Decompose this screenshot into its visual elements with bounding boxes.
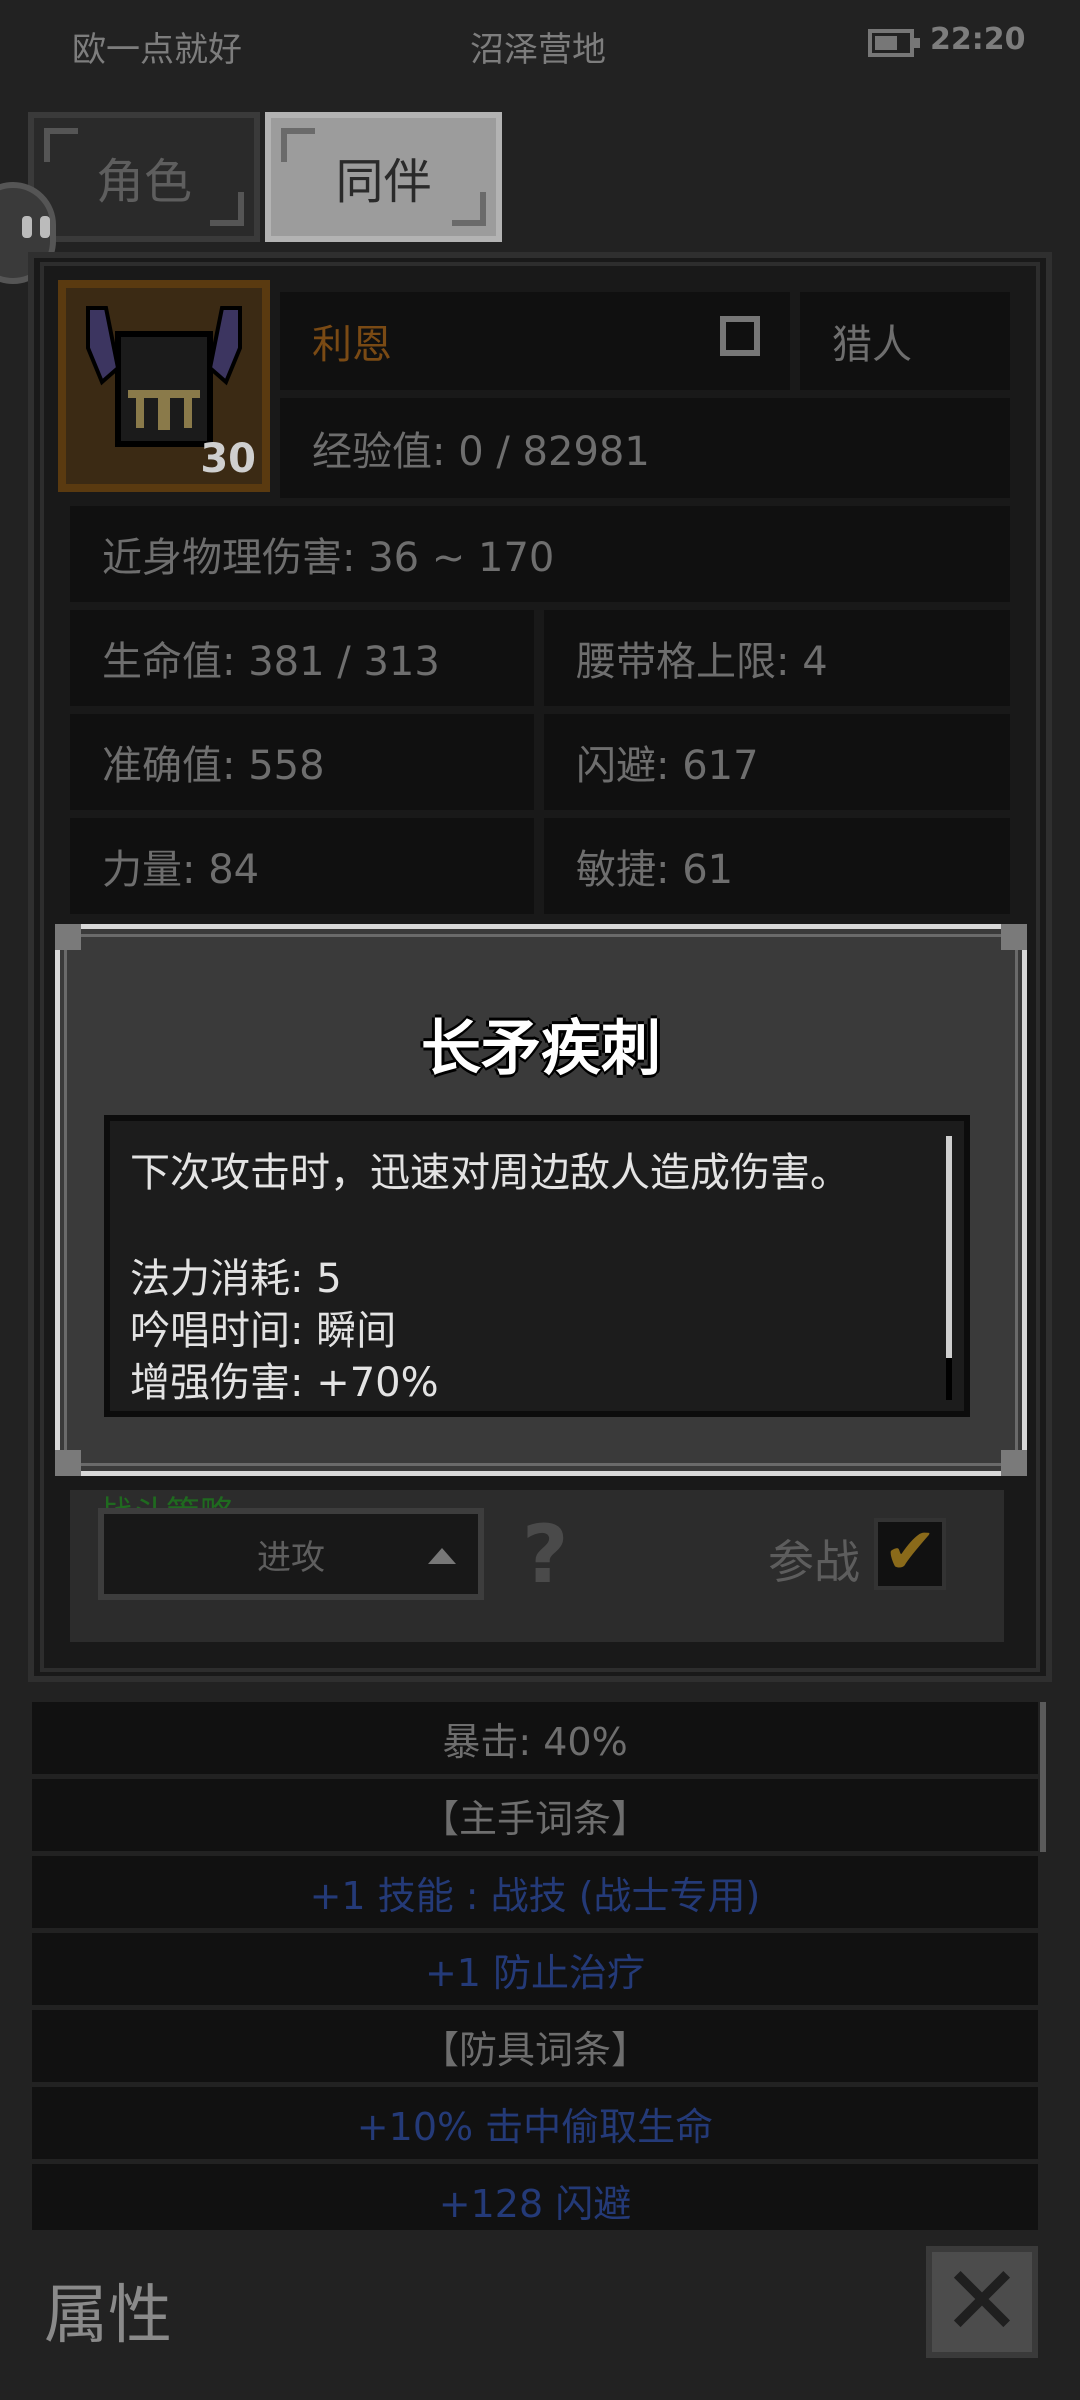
hp-cell: 生命值: 381 / 313 xyxy=(70,610,534,706)
dodge-value: 闪避: 617 xyxy=(576,743,759,789)
skill-description: 下次攻击时，迅速对周边敌人造成伤害。 xyxy=(130,1150,850,1196)
list-item: +1 防止治疗 xyxy=(32,1933,1038,2005)
list-item-text: +1 防止治疗 xyxy=(424,1950,646,1995)
melee-damage-value: 近身物理伤害: 36 ~ 170 xyxy=(102,535,555,581)
list-item: +128 闪避 xyxy=(32,2164,1038,2230)
attribute-list[interactable]: 暴击: 40% 【主手词条】 +1 技能 : 战技 (战士专用) +1 防止治疗… xyxy=(32,1702,1044,2230)
popup-corner-decoration xyxy=(55,924,81,950)
popup-scrollbar-thumb[interactable] xyxy=(946,1136,952,1358)
skill-mana-cost: 法力消耗: 5 xyxy=(130,1256,342,1302)
dodge-cell: 闪避: 617 xyxy=(544,714,1010,810)
popup-corner-decoration xyxy=(1001,1450,1027,1476)
list-item-text: 【主手词条】 xyxy=(420,1796,649,1841)
list-item: 【防具词条】 xyxy=(32,2010,1038,2082)
help-icon[interactable]: ? xyxy=(522,1508,568,1601)
rename-edit-icon[interactable] xyxy=(720,316,760,356)
list-item: +1 技能 : 战技 (战士专用) xyxy=(32,1856,1038,1928)
list-item: 暴击: 40% xyxy=(32,1702,1038,1774)
list-item-text: +128 闪避 xyxy=(438,2181,632,2226)
accuracy-cell: 准确值: 558 xyxy=(70,714,534,810)
hp-value: 生命值: 381 / 313 xyxy=(102,639,440,685)
checkmark-icon: ✔ xyxy=(883,1515,937,1589)
companion-class-cell: 猎人 xyxy=(800,292,1010,390)
close-icon: ✕ xyxy=(941,2245,1023,2357)
list-item: 【主手词条】 xyxy=(32,1779,1038,1851)
tab-character[interactable]: 角色 xyxy=(28,112,260,242)
strategy-select[interactable]: 进攻 xyxy=(98,1508,484,1600)
tab-companion-label: 同伴 xyxy=(335,154,432,210)
agility-value: 敏捷: 61 xyxy=(576,847,734,893)
companion-level: 30 xyxy=(200,436,256,482)
belt-limit-cell: 腰带格上限: 4 xyxy=(544,610,1010,706)
footer-title: 属性 xyxy=(44,2279,172,2353)
status-bar: 欧一点就好 沼泽营地 22:20 xyxy=(0,0,1080,90)
skill-damage-boost: 增强伤害: +70% xyxy=(130,1360,439,1406)
strength-cell: 力量: 84 xyxy=(70,818,534,914)
list-item-text: +10% 击中偷取生命 xyxy=(356,2104,714,2149)
list-item: +10% 击中偷取生命 xyxy=(32,2087,1038,2159)
melee-damage-cell: 近身物理伤害: 36 ~ 170 xyxy=(70,506,1010,602)
status-location: 沼泽营地 xyxy=(470,30,606,70)
belt-limit-value: 腰带格上限: 4 xyxy=(576,639,828,685)
popup-corner-decoration xyxy=(55,1450,81,1476)
status-time: 22:20 xyxy=(930,22,1026,57)
companion-name: 利恩 xyxy=(312,322,392,368)
list-item-text: 【防具词条】 xyxy=(420,2027,649,2072)
companion-portrait[interactable]: 30 xyxy=(58,280,270,492)
join-battle-checkbox[interactable]: ✔ xyxy=(874,1518,946,1590)
list-item-text: 暴击: 40% xyxy=(442,1719,628,1764)
strategy-selected-value: 进攻 xyxy=(257,1537,325,1578)
close-button[interactable]: ✕ xyxy=(926,2246,1038,2358)
experience-cell: 经验值: 0 / 82981 xyxy=(280,398,1010,498)
list-scrollbar[interactable] xyxy=(1040,1702,1046,1852)
tab-character-label: 角色 xyxy=(95,154,192,210)
battery-icon xyxy=(868,29,920,57)
status-left-text: 欧一点就好 xyxy=(72,30,242,70)
agility-cell: 敏捷: 61 xyxy=(544,818,1010,914)
caret-up-icon xyxy=(428,1548,456,1564)
skill-cast-time: 吟唱时间: 瞬间 xyxy=(130,1308,397,1354)
companion-class: 猎人 xyxy=(832,322,912,368)
strength-value: 力量: 84 xyxy=(102,847,260,893)
popup-corner-decoration xyxy=(1001,924,1027,950)
skill-title: 长矛疾刺 xyxy=(421,1014,661,1084)
tab-companion[interactable]: 同伴 xyxy=(265,112,502,242)
list-item-text: +1 技能 : 战技 (战士专用) xyxy=(309,1873,761,1918)
join-battle-label: 参战 xyxy=(768,1535,860,1589)
experience-value: 经验值: 0 / 82981 xyxy=(312,429,650,475)
companion-name-cell: 利恩 xyxy=(280,292,790,390)
accuracy-value: 准确值: 558 xyxy=(102,743,325,789)
